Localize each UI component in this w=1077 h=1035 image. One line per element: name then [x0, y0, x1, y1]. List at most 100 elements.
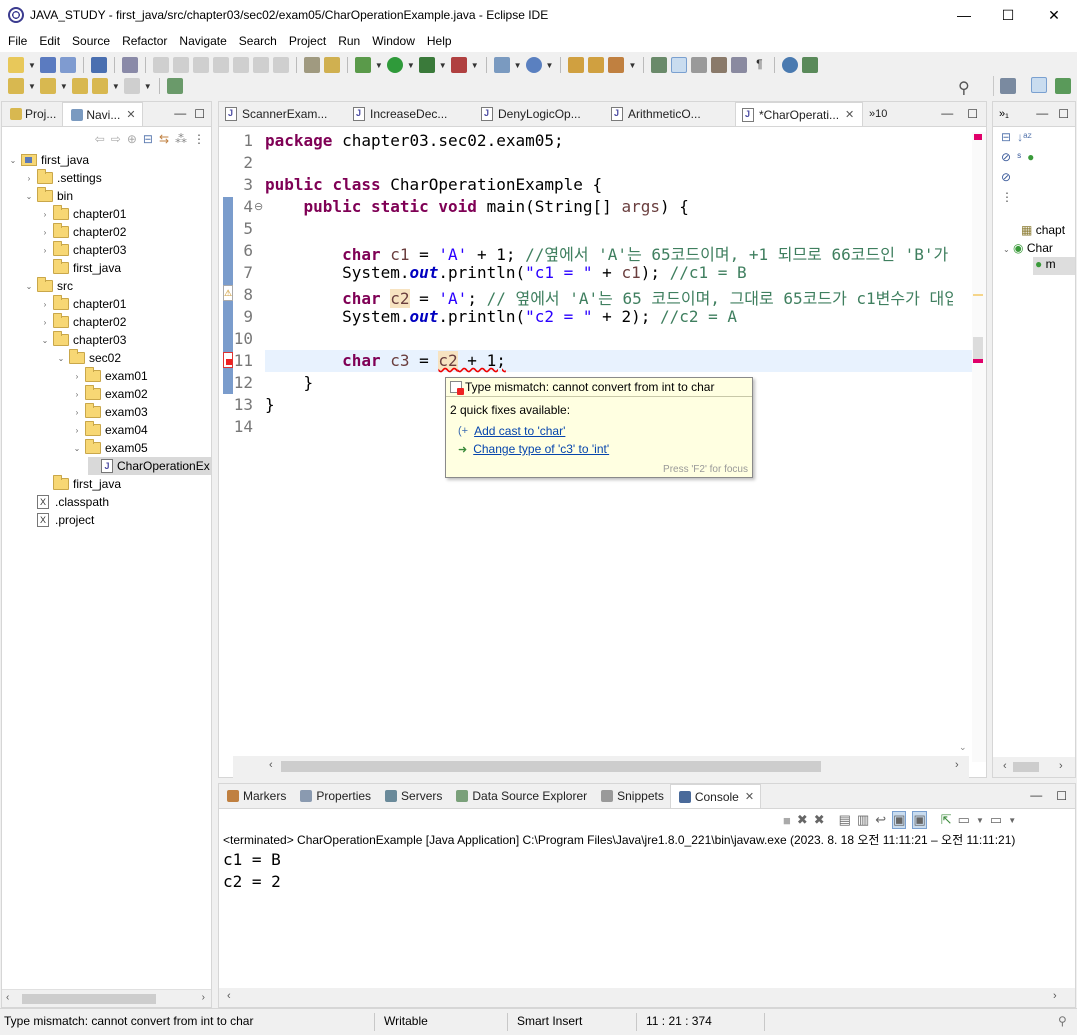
save-icon[interactable]: [39, 57, 56, 73]
outline-package[interactable]: ▦ chapt: [1021, 223, 1065, 237]
menu-source[interactable]: Source: [66, 34, 116, 48]
save-all-icon[interactable]: [59, 57, 76, 73]
tree-item[interactable]: › exam02: [72, 385, 148, 403]
globe-icon[interactable]: [782, 57, 799, 73]
tree-item[interactable]: › .settings: [24, 169, 102, 187]
close-tab-icon[interactable]: ✕: [745, 790, 754, 803]
collapse-all-icon[interactable]: ⊟: [143, 132, 153, 146]
tree-item[interactable]: first_java: [40, 475, 121, 493]
previous-annotation-icon[interactable]: [39, 78, 56, 94]
collapse-icon[interactable]: ⌄: [24, 192, 34, 201]
suspend-icon[interactable]: [172, 57, 189, 73]
collapse-icon[interactable]: ⌄: [8, 156, 18, 165]
external-tools-icon[interactable]: [450, 57, 467, 73]
tab-project-explorer[interactable]: Proj...: [2, 102, 62, 126]
minimize-editor-icon[interactable]: —: [941, 106, 953, 120]
word-wrap-icon[interactable]: [711, 57, 728, 73]
scroll-left-icon[interactable]: ‹: [269, 759, 273, 771]
expand-icon[interactable]: ›: [72, 408, 82, 417]
scroll-down-icon[interactable]: ⌄: [959, 742, 967, 753]
terminal-icon[interactable]: [90, 57, 107, 73]
expand-icon[interactable]: ›: [40, 318, 50, 327]
console-hscrollbar[interactable]: ‹ ›: [219, 988, 1075, 1007]
change-type-link[interactable]: Change type of 'c3' to 'int': [473, 442, 609, 456]
skip-breakpoints-icon[interactable]: [121, 57, 138, 73]
open-console-icon[interactable]: ▭: [990, 812, 1002, 828]
editor-vscrollbar[interactable]: [955, 137, 969, 757]
debug-perspective-icon[interactable]: [1055, 78, 1071, 94]
scroll-lock-icon[interactable]: ▥: [857, 812, 869, 828]
close-tab-icon[interactable]: ✕: [845, 108, 854, 121]
tree-item[interactable]: › exam04: [72, 421, 148, 439]
tree-item[interactable]: › exam01: [72, 367, 148, 385]
tree-item[interactable]: X .classpath: [24, 493, 109, 511]
hide-nonpublic-icon[interactable]: ●: [1027, 150, 1034, 164]
back-nav-icon[interactable]: ⇦: [95, 132, 105, 146]
tree-item[interactable]: › exam03: [72, 403, 148, 421]
tree-item[interactable]: › chapter03: [40, 241, 126, 259]
terminate-icon[interactable]: [192, 57, 209, 73]
new-java-project-icon[interactable]: [493, 57, 510, 73]
collapse-icon[interactable]: ⌄: [40, 336, 50, 345]
word-wrap-console-icon[interactable]: ↩: [875, 812, 886, 828]
overview-thumb[interactable]: [973, 337, 983, 359]
tab-markers[interactable]: Markers: [219, 784, 292, 808]
pilcrow-icon[interactable]: ¶: [751, 57, 767, 73]
tab-char-operation[interactable]: *CharOperati... ✕: [735, 102, 863, 126]
collapse-icon[interactable]: ⌄: [72, 444, 82, 453]
debug-icon[interactable]: [354, 57, 371, 73]
collapse-icon[interactable]: ⌄: [24, 282, 34, 291]
remove-launch-icon[interactable]: ✖: [797, 812, 808, 828]
tree-item[interactable]: › chapter01: [40, 205, 126, 223]
scroll-right-icon[interactable]: ›: [202, 992, 205, 1003]
tree-item[interactable]: first_java: [40, 259, 121, 277]
open-type-icon[interactable]: [568, 57, 585, 73]
tab-scanner-example[interactable]: ScannerExam...: [219, 102, 347, 126]
tree-item[interactable]: J CharOperationEx: [88, 457, 211, 475]
code-line-7[interactable]: System.out.println("c1 = " + c1); //c1 =…: [265, 263, 747, 282]
outline-method[interactable]: ● m: [1033, 257, 1075, 275]
open-web-browser-icon[interactable]: [802, 57, 819, 73]
search-toolbar-icon[interactable]: [608, 57, 625, 73]
maximize-editor-icon[interactable]: ☐: [967, 107, 978, 121]
tab-snippets[interactable]: Snippets: [593, 784, 670, 808]
code-line-9[interactable]: System.out.println("c2 = " + 2); //c2 = …: [265, 307, 737, 326]
expand-icon[interactable]: ›: [72, 372, 82, 381]
tree-item[interactable]: X .project: [24, 511, 94, 529]
new-class-icon[interactable]: [525, 57, 542, 73]
minimize-button[interactable]: —: [941, 0, 987, 30]
hide-fields-icon[interactable]: ⊘: [1001, 150, 1011, 164]
step-return-icon[interactable]: [272, 57, 289, 73]
console-output-area[interactable]: [219, 850, 1075, 988]
run-icon[interactable]: [386, 57, 403, 73]
navigator-hscrollbar[interactable]: ‹ ›: [2, 989, 211, 1007]
next-annotation-icon[interactable]: [8, 78, 24, 94]
scroll-right-icon[interactable]: ›: [1053, 990, 1057, 1002]
close-tab-icon[interactable]: ✕: [126, 108, 135, 121]
show-console-stdout-icon[interactable]: ▣: [892, 811, 907, 829]
search-icon[interactable]: ⚲: [958, 78, 970, 98]
expand-icon[interactable]: ›: [40, 228, 50, 237]
step-into-icon[interactable]: [232, 57, 249, 73]
toggle-mark-occurrences-icon[interactable]: [671, 57, 688, 73]
remove-all-launches-icon[interactable]: ✖: [814, 812, 825, 828]
step-over-icon[interactable]: [252, 57, 269, 73]
scroll-left-icon[interactable]: ‹: [227, 990, 231, 1002]
scroll-left-icon[interactable]: ‹: [6, 992, 9, 1003]
code-line-8[interactable]: char c2 = 'A'; // 옆에서 'A'는 65 코드이며, 그대로 …: [265, 285, 953, 309]
open-perspective-icon[interactable]: [1000, 78, 1016, 94]
editor-hscrollbar[interactable]: ‹ ›: [233, 756, 969, 778]
tab-data-source-explorer[interactable]: Data Source Explorer: [448, 784, 593, 808]
quickfix-item[interactable]: ➜ Change type of 'c3' to 'int': [446, 440, 752, 458]
tab-arithmetic[interactable]: ArithmeticO...: [605, 102, 735, 126]
show-whitespace-icon[interactable]: [731, 57, 748, 73]
minimize-outline-icon[interactable]: —: [1036, 106, 1048, 120]
tree-item[interactable]: ⌄ src: [24, 277, 73, 295]
tab-properties[interactable]: Properties: [292, 784, 377, 808]
expand-icon[interactable]: ›: [24, 174, 34, 183]
tree-item[interactable]: › chapter02: [40, 313, 126, 331]
tree-item[interactable]: › chapter02: [40, 223, 126, 241]
menu-edit[interactable]: Edit: [33, 34, 66, 48]
tab-increase-decrease[interactable]: IncreaseDec...: [347, 102, 475, 126]
expand-icon[interactable]: ⌄: [1003, 245, 1010, 254]
